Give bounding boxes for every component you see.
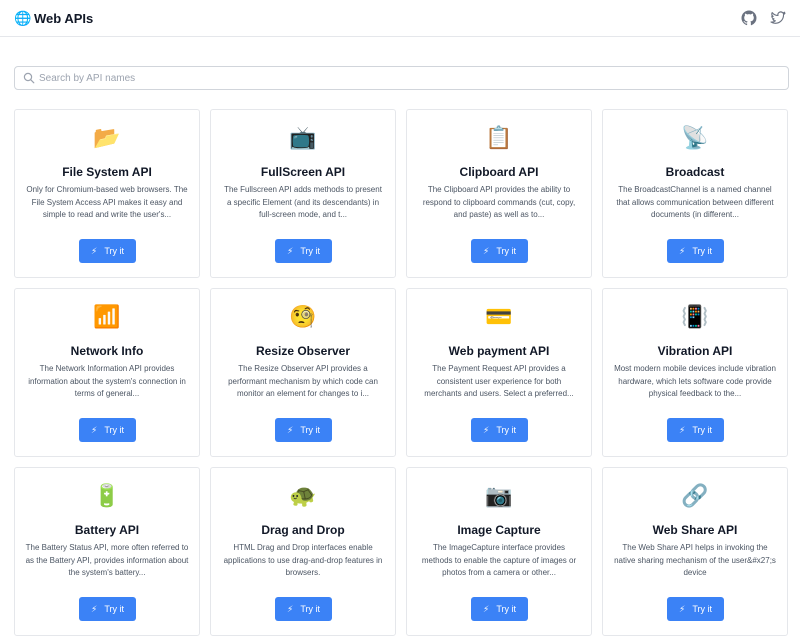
camera-icon: 📷 [485, 483, 513, 508]
try-it-button[interactable]: ⚡ Try it [471, 239, 528, 263]
lightning-icon: ⚡ [679, 604, 686, 614]
card-title: Network Info [70, 344, 144, 358]
api-card: 🐢 Drag and Drop HTML Drag and Drop inter… [210, 467, 396, 636]
api-card: 🔗 Web Share API The Web Share API helps … [602, 467, 788, 636]
folder-icon: 📂 [93, 125, 121, 150]
try-it-button[interactable]: ⚡ Try it [667, 597, 724, 621]
lightning-icon: ⚡ [483, 246, 490, 256]
card-title: Drag and Drop [261, 523, 345, 537]
card-title: Resize Observer [255, 344, 351, 358]
api-card: 🧐 Resize Observer The Resize Observer AP… [210, 288, 396, 457]
card-description: The Web Share API helps in invoking the … [614, 543, 776, 577]
lightning-icon: ⚡ [91, 425, 98, 435]
card-description: The BroadcastChannel is a named channel … [616, 185, 774, 219]
try-it-button[interactable]: ⚡ Try it [79, 418, 136, 442]
brand[interactable]: 🌐 Web APIs [14, 9, 93, 27]
lightning-icon: ⚡ [91, 604, 98, 614]
battery-icon: 🔋 [93, 483, 121, 508]
card-title: File System API [62, 165, 152, 179]
try-it-button[interactable]: ⚡ Try it [471, 597, 528, 621]
try-it-label: Try it [692, 604, 712, 614]
clipboard-icon: 📋 [485, 125, 513, 150]
api-card: 📡 Broadcast The BroadcastChannel is a na… [602, 109, 788, 278]
try-it-label: Try it [496, 425, 516, 435]
try-it-label: Try it [300, 604, 320, 614]
try-it-button[interactable]: ⚡ Try it [275, 239, 332, 263]
lightning-icon: ⚡ [287, 425, 294, 435]
card-description: HTML Drag and Drop interfaces enable app… [223, 543, 383, 577]
card-description: The Clipboard API provides the ability t… [422, 185, 576, 219]
card-description: Most modern mobile devices include vibra… [614, 364, 776, 398]
try-it-label: Try it [692, 246, 712, 256]
api-card: 📳 Vibration API Most modern mobile devic… [602, 288, 788, 457]
card-description: The Network Information API provides inf… [28, 364, 186, 398]
github-icon[interactable] [741, 10, 757, 26]
try-it-label: Try it [300, 425, 320, 435]
try-it-button[interactable]: ⚡ Try it [471, 418, 528, 442]
lightning-icon: ⚡ [287, 246, 294, 256]
try-it-button[interactable]: ⚡ Try it [79, 597, 136, 621]
credit-card-icon: 💳 [485, 304, 513, 329]
try-it-label: Try it [104, 246, 124, 256]
card-title: Web Share API [652, 523, 738, 537]
satellite-dish-icon: 📡 [681, 125, 709, 150]
link-icon: 🔗 [681, 483, 709, 508]
api-card: 📶 Network Info The Network Information A… [14, 288, 200, 457]
card-description: The Fullscreen API adds methods to prese… [224, 185, 382, 219]
card-title: Image Capture [457, 523, 541, 537]
try-it-button[interactable]: ⚡ Try it [275, 418, 332, 442]
lightning-icon: ⚡ [679, 425, 686, 435]
vibration-phone-icon: 📳 [681, 304, 709, 329]
card-description: The Battery Status API, more often refer… [25, 543, 189, 577]
card-title: Clipboard API [459, 165, 539, 179]
api-card: 📺 FullScreen API The Fullscreen API adds… [210, 109, 396, 278]
api-card: 📂 File System API Only for Chromium-base… [14, 109, 200, 278]
try-it-label: Try it [496, 246, 516, 256]
api-card: 🔋 Battery API The Battery Status API, mo… [14, 467, 200, 636]
api-card: 📋 Clipboard API The Clipboard API provid… [406, 109, 592, 278]
try-it-label: Try it [104, 425, 124, 435]
card-title: Broadcast [665, 165, 725, 179]
search-input[interactable] [39, 67, 779, 89]
top-header: 🌐 Web APIs [0, 0, 800, 37]
try-it-button[interactable]: ⚡ Try it [667, 239, 724, 263]
card-description: The Payment Request API provides a consi… [424, 364, 574, 398]
card-description: The ImageCapture interface provides meth… [421, 543, 577, 577]
card-description: The Resize Observer API provides a perfo… [228, 364, 378, 398]
card-title: FullScreen API [260, 165, 346, 179]
twitter-icon[interactable] [770, 10, 786, 26]
card-title: Web payment API [448, 344, 550, 358]
signal-bars-icon: 📶 [93, 304, 121, 329]
try-it-label: Try it [496, 604, 516, 614]
try-it-label: Try it [104, 604, 124, 614]
app-title: Web APIs [34, 10, 94, 26]
lightning-icon: ⚡ [679, 246, 686, 256]
try-it-button[interactable]: ⚡ Try it [79, 239, 136, 263]
lightning-icon: ⚡ [483, 604, 490, 614]
api-card: 📷 Image Capture The ImageCapture interfa… [406, 467, 592, 636]
try-it-label: Try it [300, 246, 320, 256]
card-title: Vibration API [657, 344, 733, 358]
monocle-face-icon: 🧐 [289, 304, 317, 329]
lightning-icon: ⚡ [91, 246, 98, 256]
turtle-icon: 🐢 [289, 483, 317, 508]
lightning-icon: ⚡ [287, 604, 294, 614]
search-icon [23, 72, 35, 84]
api-card-grid: 📂 File System API Only for Chromium-base… [14, 109, 790, 636]
card-description: Only for Chromium-based web browsers. Th… [26, 185, 188, 219]
card-title: Battery API [74, 523, 140, 537]
search-box[interactable] [14, 66, 789, 90]
lightning-icon: ⚡ [483, 425, 490, 435]
try-it-button[interactable]: ⚡ Try it [667, 418, 724, 442]
api-card: 💳 Web payment API The Payment Request AP… [406, 288, 592, 457]
try-it-label: Try it [692, 425, 712, 435]
try-it-button[interactable]: ⚡ Try it [275, 597, 332, 621]
tv-icon: 📺 [289, 125, 317, 150]
globe-icon: 🌐 [14, 10, 32, 26]
